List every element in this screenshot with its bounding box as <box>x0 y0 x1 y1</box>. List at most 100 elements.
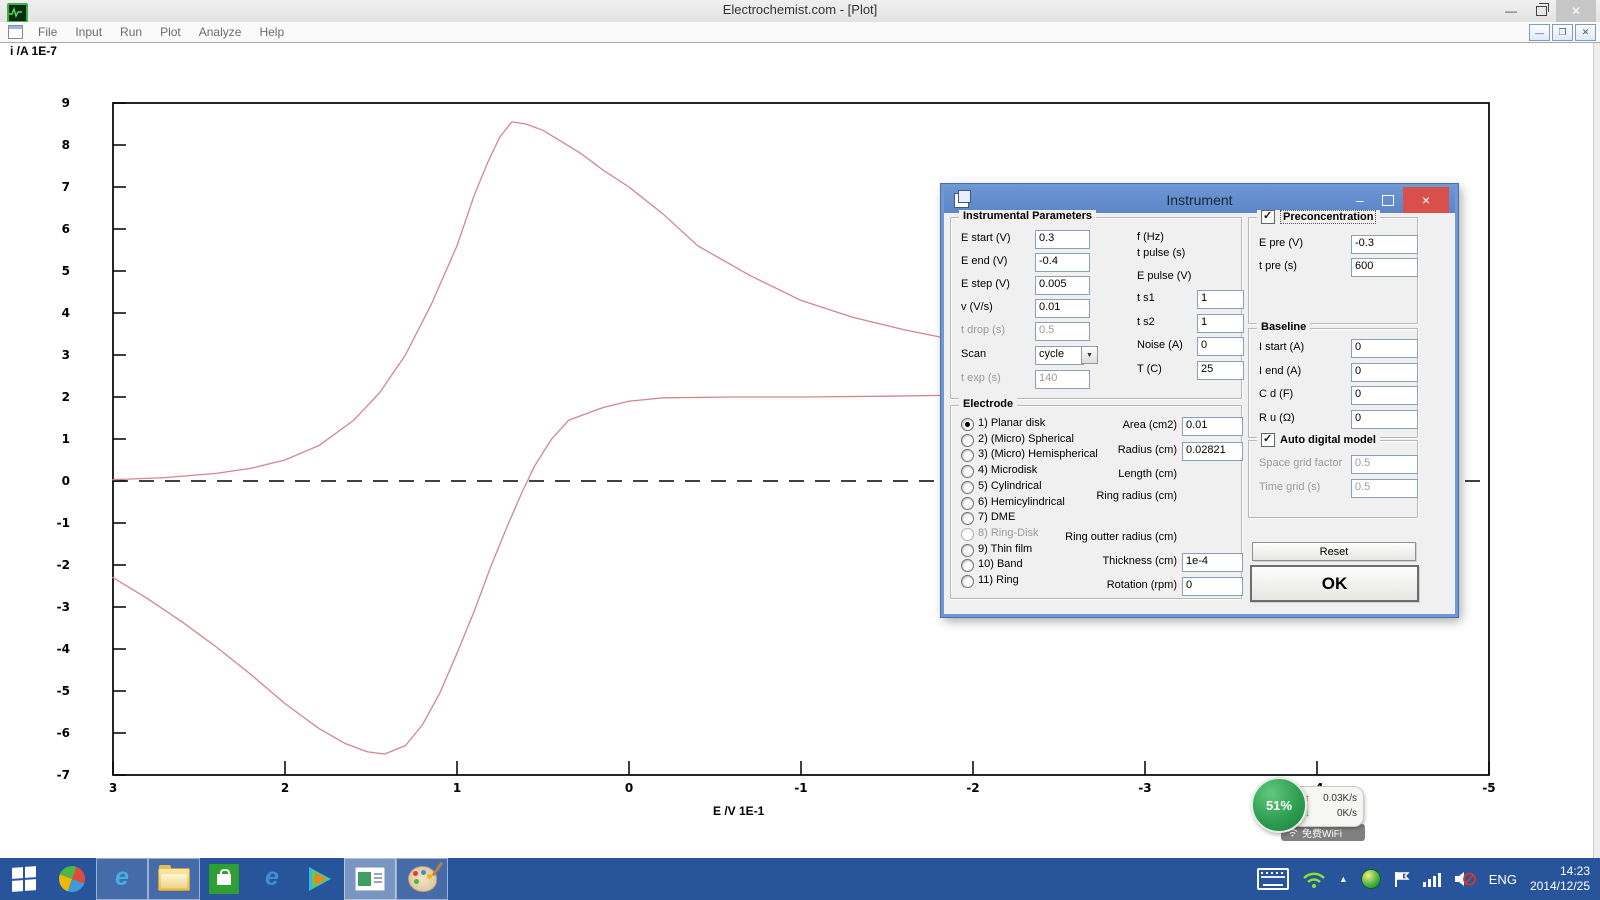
taskbar-item-file-explorer[interactable] <box>148 858 200 900</box>
y-tick-label: 9 <box>62 96 70 110</box>
r-u-input[interactable]: 0 <box>1351 410 1418 429</box>
baseline-legend: Baseline <box>1257 321 1310 333</box>
upload-speed: 0.03K/s <box>1323 791 1357 806</box>
e-step-v-input[interactable]: 0.005 <box>1035 276 1090 295</box>
taskbar: e e <box>0 858 1600 900</box>
menu-analyze[interactable]: Analyze <box>190 25 251 39</box>
start-button[interactable] <box>0 858 48 900</box>
electrode-radio-8 <box>961 528 974 541</box>
tencent-video-icon <box>305 865 335 893</box>
reset-button[interactable]: Reset <box>1252 542 1416 561</box>
menu-help[interactable]: Help <box>250 25 293 39</box>
e-start-v-input[interactable]: 0.3 <box>1035 230 1090 249</box>
title-bar: Electrochemist.com - [Plot] — ✕ <box>0 0 1600 23</box>
v-v-s-input[interactable]: 0.01 <box>1035 299 1090 318</box>
i-end-a-input[interactable]: 0 <box>1351 363 1418 382</box>
language-indicator[interactable]: ENG <box>1489 872 1517 887</box>
rotation-rpm-input[interactable]: 0 <box>1182 577 1243 596</box>
label-time-grid-s: Time grid (s) <box>1259 481 1320 493</box>
y-tick-label: -1 <box>57 516 70 530</box>
volume-muted-icon[interactable] <box>1454 870 1476 888</box>
x-tick-label: -3 <box>1138 781 1151 795</box>
child-close-button[interactable]: ✕ <box>1575 24 1596 41</box>
taskbar-item-windows-store[interactable] <box>200 858 248 900</box>
taskbar-item-electrochemist[interactable] <box>344 858 396 900</box>
window-title: Electrochemist.com - [Plot] <box>0 2 1600 17</box>
label-noise-a: Noise (A) <box>1137 339 1183 351</box>
menu-file[interactable]: File <box>29 25 66 39</box>
t-pre-s-input[interactable]: 600 <box>1351 258 1418 277</box>
t-s1-input[interactable]: 1 <box>1197 290 1244 309</box>
y-tick-label: 4 <box>62 306 70 320</box>
t-s2-input[interactable]: 1 <box>1197 314 1244 333</box>
electrode-option-7[interactable]: 7) DME <box>978 511 1015 523</box>
close-button[interactable]: ✕ <box>1556 0 1596 22</box>
y-tick-label: 1 <box>62 432 70 446</box>
electrode-radio-9[interactable] <box>961 544 974 557</box>
label-e-pre-v: E pre (V) <box>1259 237 1303 249</box>
child-restore-button[interactable]: ❐ <box>1552 24 1573 41</box>
y-axis-label: i /A 1E-7 <box>10 44 57 58</box>
electrode-radio-4[interactable] <box>961 465 974 478</box>
electrode-radio-1[interactable] <box>961 418 974 431</box>
electrode-radio-7[interactable] <box>961 512 974 525</box>
y-tick-label: -4 <box>57 642 70 656</box>
electrode-radio-10[interactable] <box>961 559 974 572</box>
space-grid-factor-input[interactable]: 0.5 <box>1351 455 1418 474</box>
clock[interactable]: 14:23 2014/12/25 <box>1530 864 1590 894</box>
thickness-cm-input[interactable]: 1e-4 <box>1182 553 1243 572</box>
child-window-icon <box>8 25 23 39</box>
dialog-close-button[interactable]: × <box>1403 187 1449 213</box>
ok-button[interactable]: OK <box>1250 565 1419 602</box>
electrode-radio-3[interactable] <box>961 449 974 462</box>
t-c-input[interactable]: 25 <box>1197 361 1244 380</box>
electrode-option-9[interactable]: 9) Thin film <box>978 543 1032 555</box>
file-explorer-icon <box>158 868 190 891</box>
child-minimize-button[interactable]: — <box>1529 24 1550 41</box>
taskbar-item-ie-desktop[interactable]: e <box>248 858 296 900</box>
auto-digital-model-checkbox[interactable] <box>1261 433 1275 447</box>
electrode-radio-5[interactable] <box>961 481 974 494</box>
i-start-a-input[interactable]: 0 <box>1351 339 1418 358</box>
t-drop-s-input[interactable]: 0.5 <box>1035 322 1090 341</box>
menu-run[interactable]: Run <box>111 25 151 39</box>
e-pre-v-input[interactable]: -0.3 <box>1351 235 1418 254</box>
electrode-radio-6[interactable] <box>961 497 974 510</box>
paint-icon <box>408 866 437 892</box>
electrode-radio-2[interactable] <box>961 434 974 447</box>
memory-percent: 51% <box>1266 798 1292 813</box>
radius-cm-input[interactable]: 0.02821 <box>1182 442 1243 461</box>
action-center-flag-icon[interactable] <box>1394 871 1410 888</box>
desktop: { "window": { "title": "Electrochemist.c… <box>0 0 1600 900</box>
t-exp-s-input[interactable]: 140 <box>1035 370 1090 389</box>
touch-keyboard-icon[interactable] <box>1257 868 1289 890</box>
restore-button[interactable] <box>1526 0 1556 22</box>
electrode-group: Electrode 1) Planar disk2) (Micro) Spher… <box>950 405 1242 599</box>
c-d-f-input[interactable]: 0 <box>1351 386 1418 405</box>
e-end-v-input[interactable]: -0.4 <box>1035 253 1090 272</box>
signal-strength-icon[interactable] <box>1423 872 1441 887</box>
memory-usage-ball[interactable]: 51% <box>1251 777 1307 833</box>
antivirus-tray-icon[interactable] <box>1361 869 1381 889</box>
scan-select[interactable]: cycle <box>1035 346 1084 365</box>
hidden-icons-arrow[interactable]: ▲ <box>1339 874 1348 884</box>
combo-arrow-icon[interactable]: ▼ <box>1081 346 1098 364</box>
menu-plot[interactable]: Plot <box>151 25 190 39</box>
menu-input[interactable]: Input <box>66 25 111 39</box>
taskbar-item-internet-explorer[interactable]: e <box>96 858 148 900</box>
download-speed: 0K/s <box>1337 806 1357 821</box>
minimize-button[interactable]: — <box>1496 0 1526 22</box>
label-space-grid-factor: Space grid factor <box>1259 457 1342 469</box>
label-radius-cm: Radius (cm) <box>1011 444 1177 456</box>
time-grid-s-input[interactable]: 0.5 <box>1351 479 1418 498</box>
label-t-pulse-s: t pulse (s) <box>1137 247 1185 259</box>
area-cm2-input[interactable]: 0.01 <box>1182 417 1243 436</box>
wifi-tray-icon[interactable] <box>1302 870 1326 888</box>
noise-a-input[interactable]: 0 <box>1197 337 1244 356</box>
electrode-radio-11[interactable] <box>961 575 974 588</box>
taskbar-item-browser-pinwheel[interactable] <box>48 858 96 900</box>
preconcentration-checkbox[interactable] <box>1261 210 1275 224</box>
taskbar-item-paint[interactable] <box>396 858 448 900</box>
taskbar-item-tencent-video[interactable] <box>296 858 344 900</box>
electrode-option-2[interactable]: 2) (Micro) Spherical <box>978 433 1074 445</box>
